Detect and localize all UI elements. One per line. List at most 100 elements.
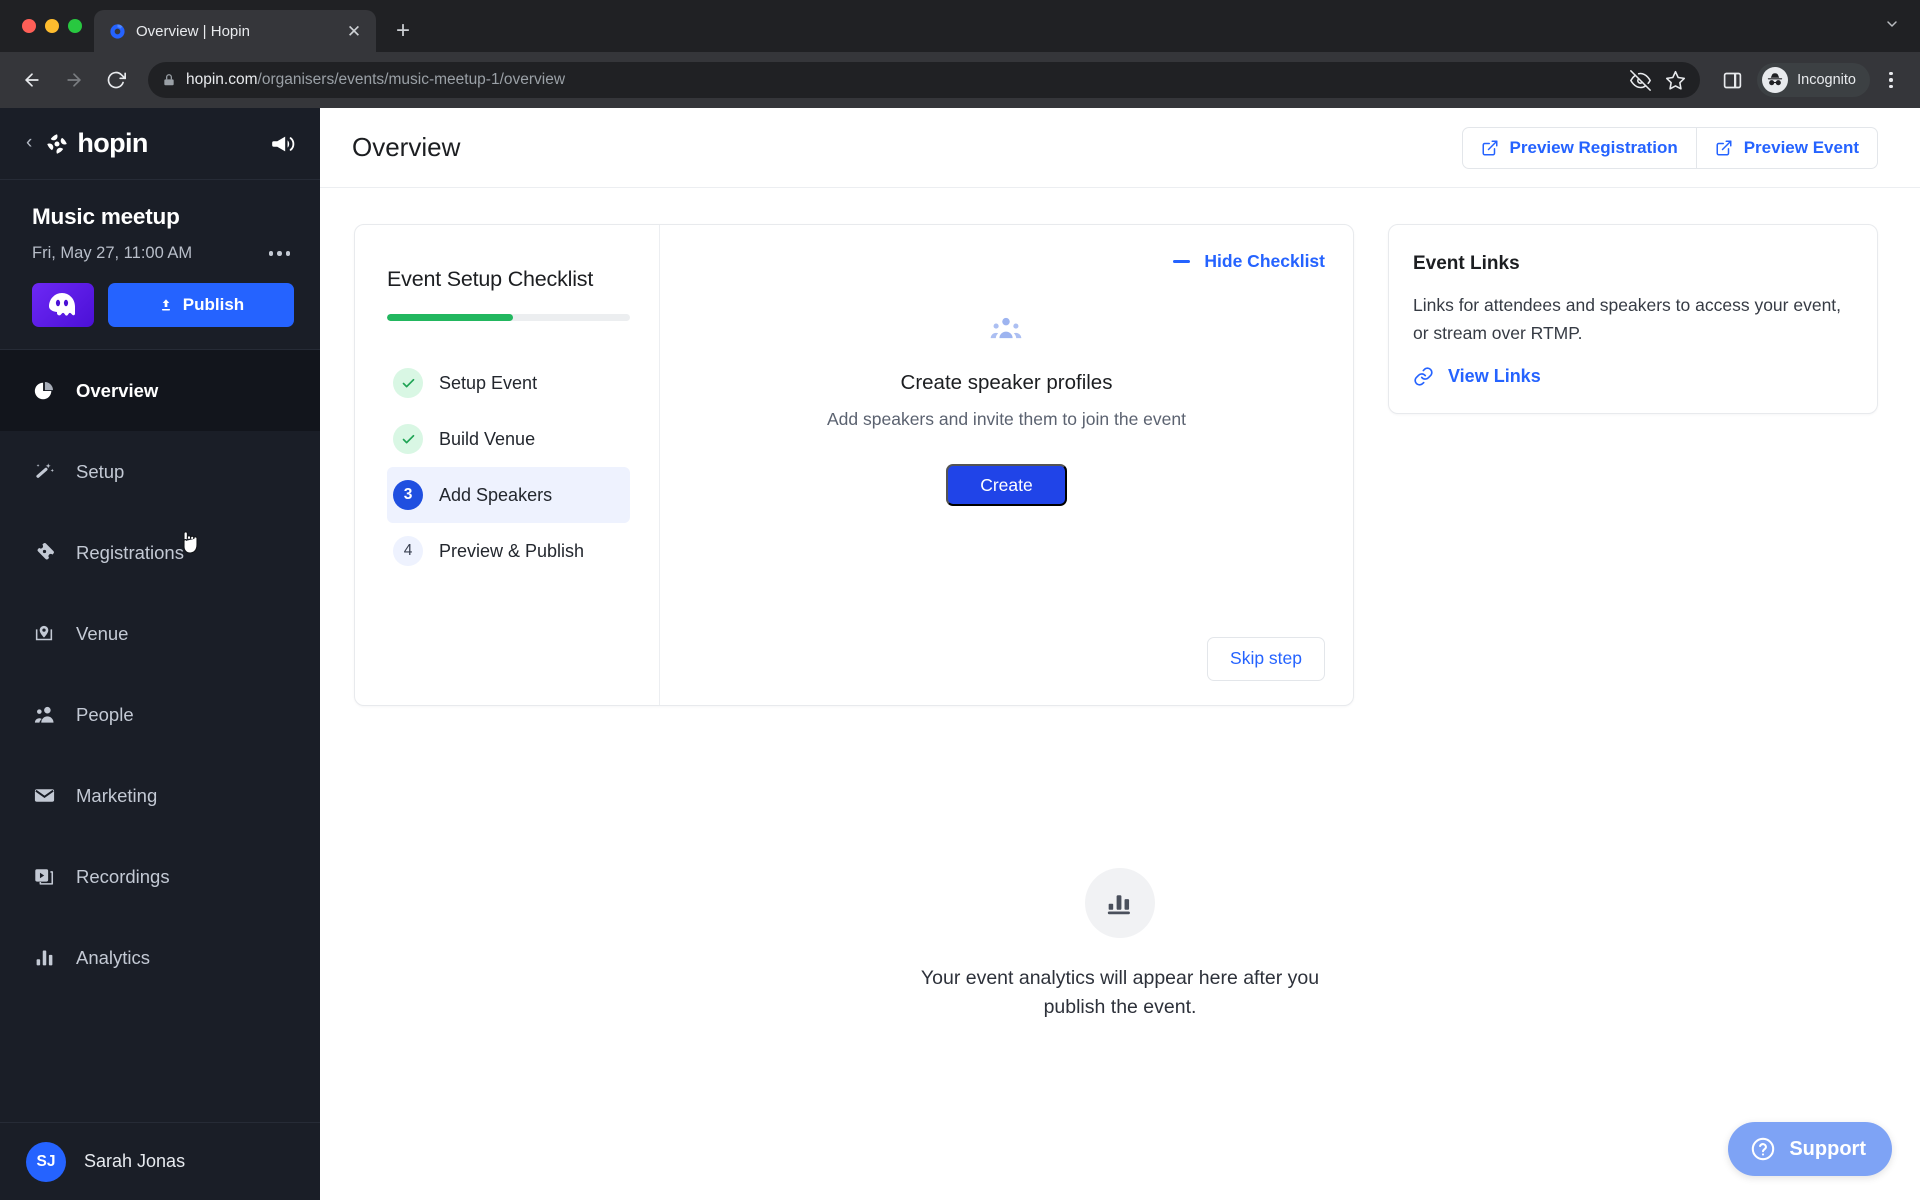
skip-step-button[interactable]: Skip step — [1207, 636, 1325, 681]
sidebar-item-overview[interactable]: Overview — [0, 350, 320, 431]
tab-strip: Overview | Hopin ✕ + — [0, 0, 1920, 52]
sidebar-item-venue[interactable]: Venue — [0, 593, 320, 674]
side-panel-icon[interactable] — [1714, 70, 1751, 91]
sidebar-collapse-button[interactable]: ‹ — [26, 131, 34, 156]
sidebar-item-label: Overview — [76, 379, 159, 401]
event-actions: Publish — [32, 283, 294, 327]
window-controls — [14, 0, 94, 52]
checklist-progress-fill — [387, 314, 514, 321]
event-links-title: Event Links — [1413, 253, 1520, 274]
lock-icon — [162, 73, 176, 87]
hopin-mark-icon — [47, 133, 68, 154]
hopin-favicon-icon — [108, 22, 126, 40]
sidebar-item-people[interactable]: People — [0, 674, 320, 755]
view-links-label: View Links — [1448, 365, 1541, 386]
step-number-badge: 4 — [393, 536, 423, 566]
empty-state-title: Create speaker profiles — [900, 371, 1113, 395]
step-number-badge: 3 — [393, 480, 423, 510]
create-speakers-empty-state: Create speaker profiles Add speakers and… — [827, 312, 1186, 514]
hopin-logo[interactable]: hopin — [44, 128, 148, 159]
check-icon — [393, 368, 423, 398]
checklist-detail-panel: Hide Checklist Create speaker profiles A… — [660, 225, 1353, 705]
sidebar-item-label: Registrations — [76, 541, 184, 563]
minimize-window-button[interactable] — [45, 19, 59, 33]
checklist-step-label: Preview & Publish — [439, 540, 585, 561]
create-button[interactable]: Create — [946, 464, 1067, 507]
envelope-icon — [32, 784, 56, 807]
forward-button[interactable] — [56, 62, 92, 98]
publish-label: Publish — [182, 295, 245, 314]
close-window-button[interactable] — [22, 19, 36, 33]
people-icon — [32, 703, 56, 726]
sidebar-item-label: Recordings — [76, 865, 170, 887]
preview-event-label: Preview Event — [1743, 137, 1859, 157]
ghost-avatar-icon[interactable] — [32, 283, 94, 327]
sidebar-item-setup[interactable]: Setup — [0, 431, 320, 512]
header-actions: Preview Registration Preview Event — [1461, 126, 1878, 169]
main-body: Event Setup Checklist Setup Event Build … — [320, 188, 1920, 1200]
sidebar-item-analytics[interactable]: Analytics — [0, 917, 320, 998]
external-link-icon — [1715, 139, 1733, 157]
browser-tab[interactable]: Overview | Hopin ✕ — [94, 10, 376, 52]
sidebar-header: ‹ hopin — [0, 108, 320, 180]
ticket-icon — [32, 541, 56, 564]
checklist-step-build-venue[interactable]: Build Venue — [387, 411, 630, 467]
sidebar-item-label: People — [76, 703, 134, 725]
checklist-title: Event Setup Checklist — [387, 267, 594, 291]
analytics-placeholder: Your event analytics will appear here af… — [320, 868, 1920, 1023]
sidebar: ‹ hopin Music meetup Fri, May 27, 11:00 … — [0, 108, 320, 1200]
event-name: Music meetup — [32, 204, 180, 229]
event-more-button[interactable] — [265, 245, 295, 262]
preview-registration-button[interactable]: Preview Registration — [1461, 126, 1697, 169]
eye-off-icon[interactable] — [1630, 69, 1652, 91]
tab-title: Overview | Hopin — [136, 22, 250, 40]
chevron-down-icon[interactable] — [1878, 10, 1906, 43]
event-setup-checklist-card: Event Setup Checklist Setup Event Build … — [354, 224, 1354, 706]
check-icon — [393, 424, 423, 454]
right-column: Event Links Links for attendees and spea… — [1388, 224, 1878, 414]
video-stack-icon — [32, 866, 56, 888]
profile-chip[interactable]: Incognito — [1757, 63, 1870, 97]
kebab-menu-icon[interactable] — [1876, 65, 1906, 95]
back-button[interactable] — [14, 62, 50, 98]
browser-toolbar: hopin.com/organisers/events/music-meetup… — [0, 52, 1920, 108]
star-icon[interactable] — [1665, 70, 1686, 91]
new-tab-button[interactable]: + — [386, 14, 420, 48]
checklist-step-preview-publish[interactable]: 4 Preview & Publish — [387, 523, 630, 579]
checklist-step-label: Build Venue — [439, 428, 536, 449]
sidebar-item-recordings[interactable]: Recordings — [0, 836, 320, 917]
browser-window: Overview | Hopin ✕ + hopin.com/organiser… — [0, 0, 1920, 1200]
event-links-description: Links for attendees and speakers to acce… — [1413, 295, 1842, 344]
bar-chart-icon — [32, 947, 56, 968]
sidebar-user[interactable]: SJ Sarah Jonas — [0, 1122, 320, 1200]
reload-button[interactable] — [98, 62, 134, 98]
hide-checklist-button[interactable]: Hide Checklist — [1173, 251, 1325, 272]
sidebar-item-label: Setup — [76, 460, 125, 482]
chain-link-icon — [1413, 366, 1434, 387]
preview-event-button[interactable]: Preview Event — [1696, 126, 1878, 169]
address-bar-icons — [1618, 69, 1686, 91]
address-bar[interactable]: hopin.com/organisers/events/music-meetup… — [148, 62, 1701, 98]
close-tab-button[interactable]: ✕ — [342, 19, 366, 43]
sidebar-item-label: Marketing — [76, 784, 158, 806]
checklist-step-add-speakers[interactable]: 3 Add Speakers — [387, 467, 630, 523]
page-title: Overview — [352, 132, 461, 162]
maximize-window-button[interactable] — [68, 19, 82, 33]
event-links-card: Event Links Links for attendees and spea… — [1388, 224, 1878, 414]
pie-chart-icon — [32, 380, 56, 402]
sidebar-nav: Overview Setup Registrations Venue Peopl… — [0, 350, 320, 1122]
checklist-step-label: Setup Event — [439, 372, 538, 393]
address-path: /organisers/events/music-meetup-1/overvi… — [257, 71, 566, 88]
checklist-footer: Skip step — [688, 636, 1325, 681]
sidebar-item-registrations[interactable]: Registrations — [0, 512, 320, 593]
address-domain: hopin.com — [186, 71, 258, 88]
view-links-button[interactable]: View Links — [1413, 366, 1849, 387]
checklist-step-setup-event[interactable]: Setup Event — [387, 355, 630, 411]
checklist-steps-panel: Event Setup Checklist Setup Event Build … — [355, 225, 660, 705]
publish-button[interactable]: Publish — [108, 283, 294, 327]
sidebar-item-marketing[interactable]: Marketing — [0, 755, 320, 836]
support-button[interactable]: Support — [1728, 1122, 1892, 1176]
magic-wand-icon — [32, 461, 56, 483]
megaphone-icon[interactable] — [270, 131, 296, 157]
left-column: Event Setup Checklist Setup Event Build … — [354, 224, 1354, 706]
